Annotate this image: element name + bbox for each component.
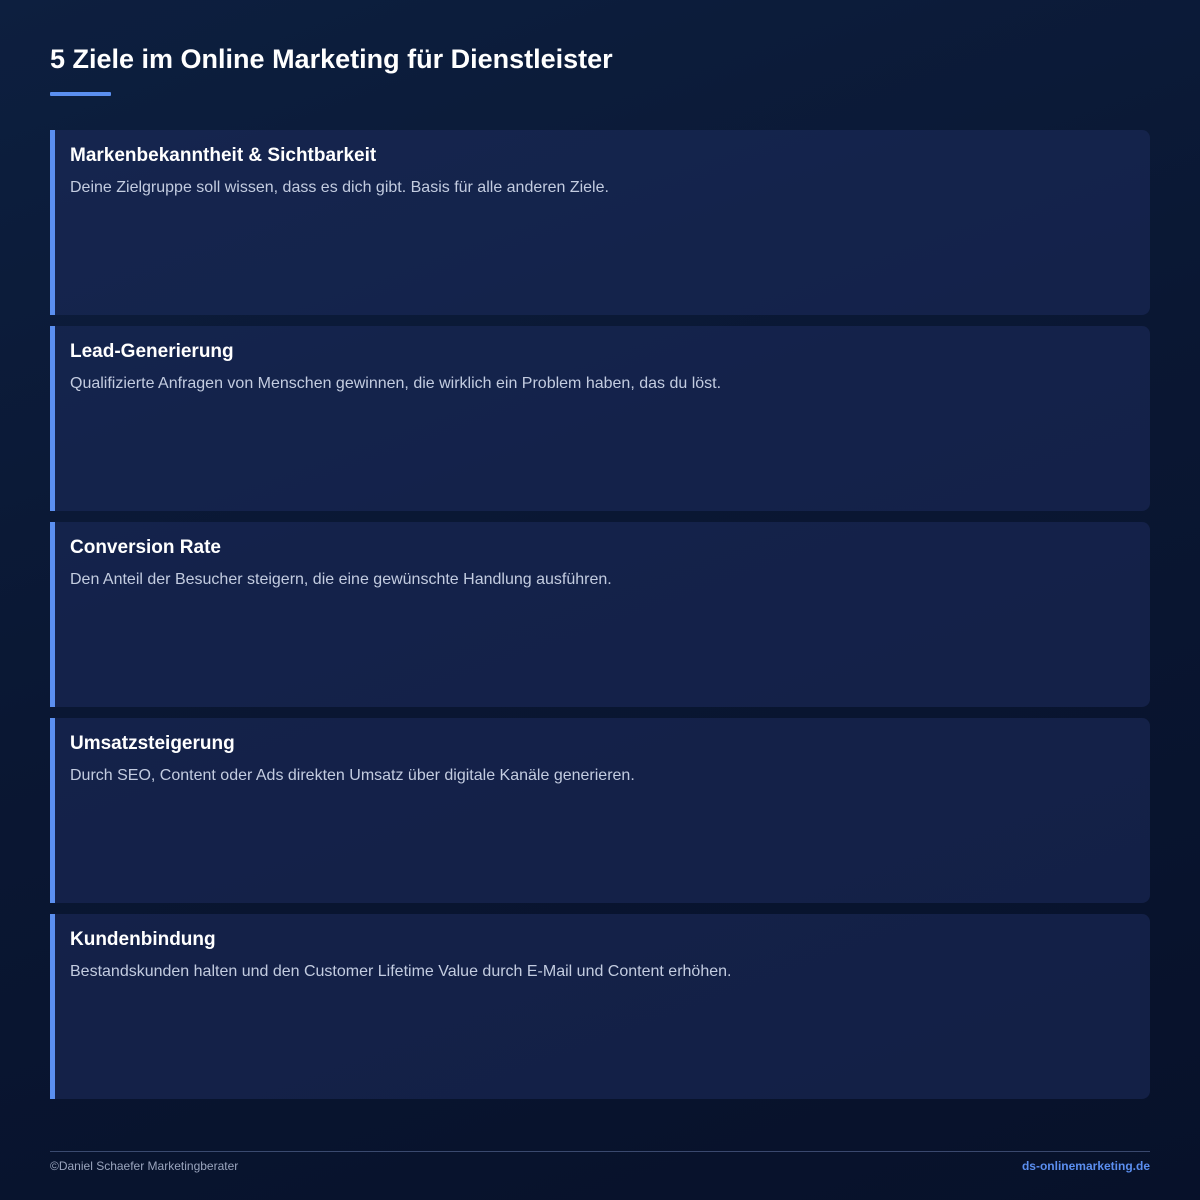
goal-card-description: Durch SEO, Content oder Ads direkten Ums… bbox=[70, 767, 635, 784]
goal-card-brand-awareness: Markenbekanntheit & Sichtbarkeit Deine Z… bbox=[50, 130, 1150, 315]
goal-card-description: Bestandskunden halten und den Customer L… bbox=[70, 963, 732, 980]
goal-card-lead-generation: Lead-Generierung Qualifizierte Anfragen … bbox=[50, 326, 1150, 511]
footer-copyright: ©Daniel Schaefer Marketingberater bbox=[50, 1159, 239, 1173]
goal-card-description: Qualifizierte Anfragen von Menschen gewi… bbox=[70, 375, 722, 392]
goal-card-description: Deine Zielgruppe soll wissen, dass es di… bbox=[70, 179, 609, 196]
goal-card-title: Kundenbindung bbox=[70, 929, 216, 950]
goal-card-conversion-rate: Conversion Rate Den Anteil der Besucher … bbox=[50, 522, 1150, 707]
page: 5 Ziele im Online Marketing für Dienstle… bbox=[50, 0, 1150, 1200]
footer-website-link[interactable]: ds-onlinemarketing.de bbox=[1022, 1159, 1150, 1173]
goal-card-description: Den Anteil der Besucher steigern, die ei… bbox=[70, 571, 612, 588]
goals-list: Markenbekanntheit & Sichtbarkeit Deine Z… bbox=[50, 130, 1150, 1110]
goal-card-title: Markenbekanntheit & Sichtbarkeit bbox=[70, 145, 377, 166]
goal-card-title: Conversion Rate bbox=[70, 537, 221, 558]
goal-card-customer-retention: Kundenbindung Bestandskunden halten und … bbox=[50, 914, 1150, 1099]
goal-card-title: Umsatzsteigerung bbox=[70, 733, 235, 754]
page-title: 5 Ziele im Online Marketing für Dienstle… bbox=[50, 44, 613, 74]
goal-card-revenue-growth: Umsatzsteigerung Durch SEO, Content oder… bbox=[50, 718, 1150, 903]
footer-divider bbox=[50, 1151, 1150, 1152]
goal-card-title: Lead-Generierung bbox=[70, 341, 234, 362]
title-accent-bar bbox=[50, 92, 111, 96]
